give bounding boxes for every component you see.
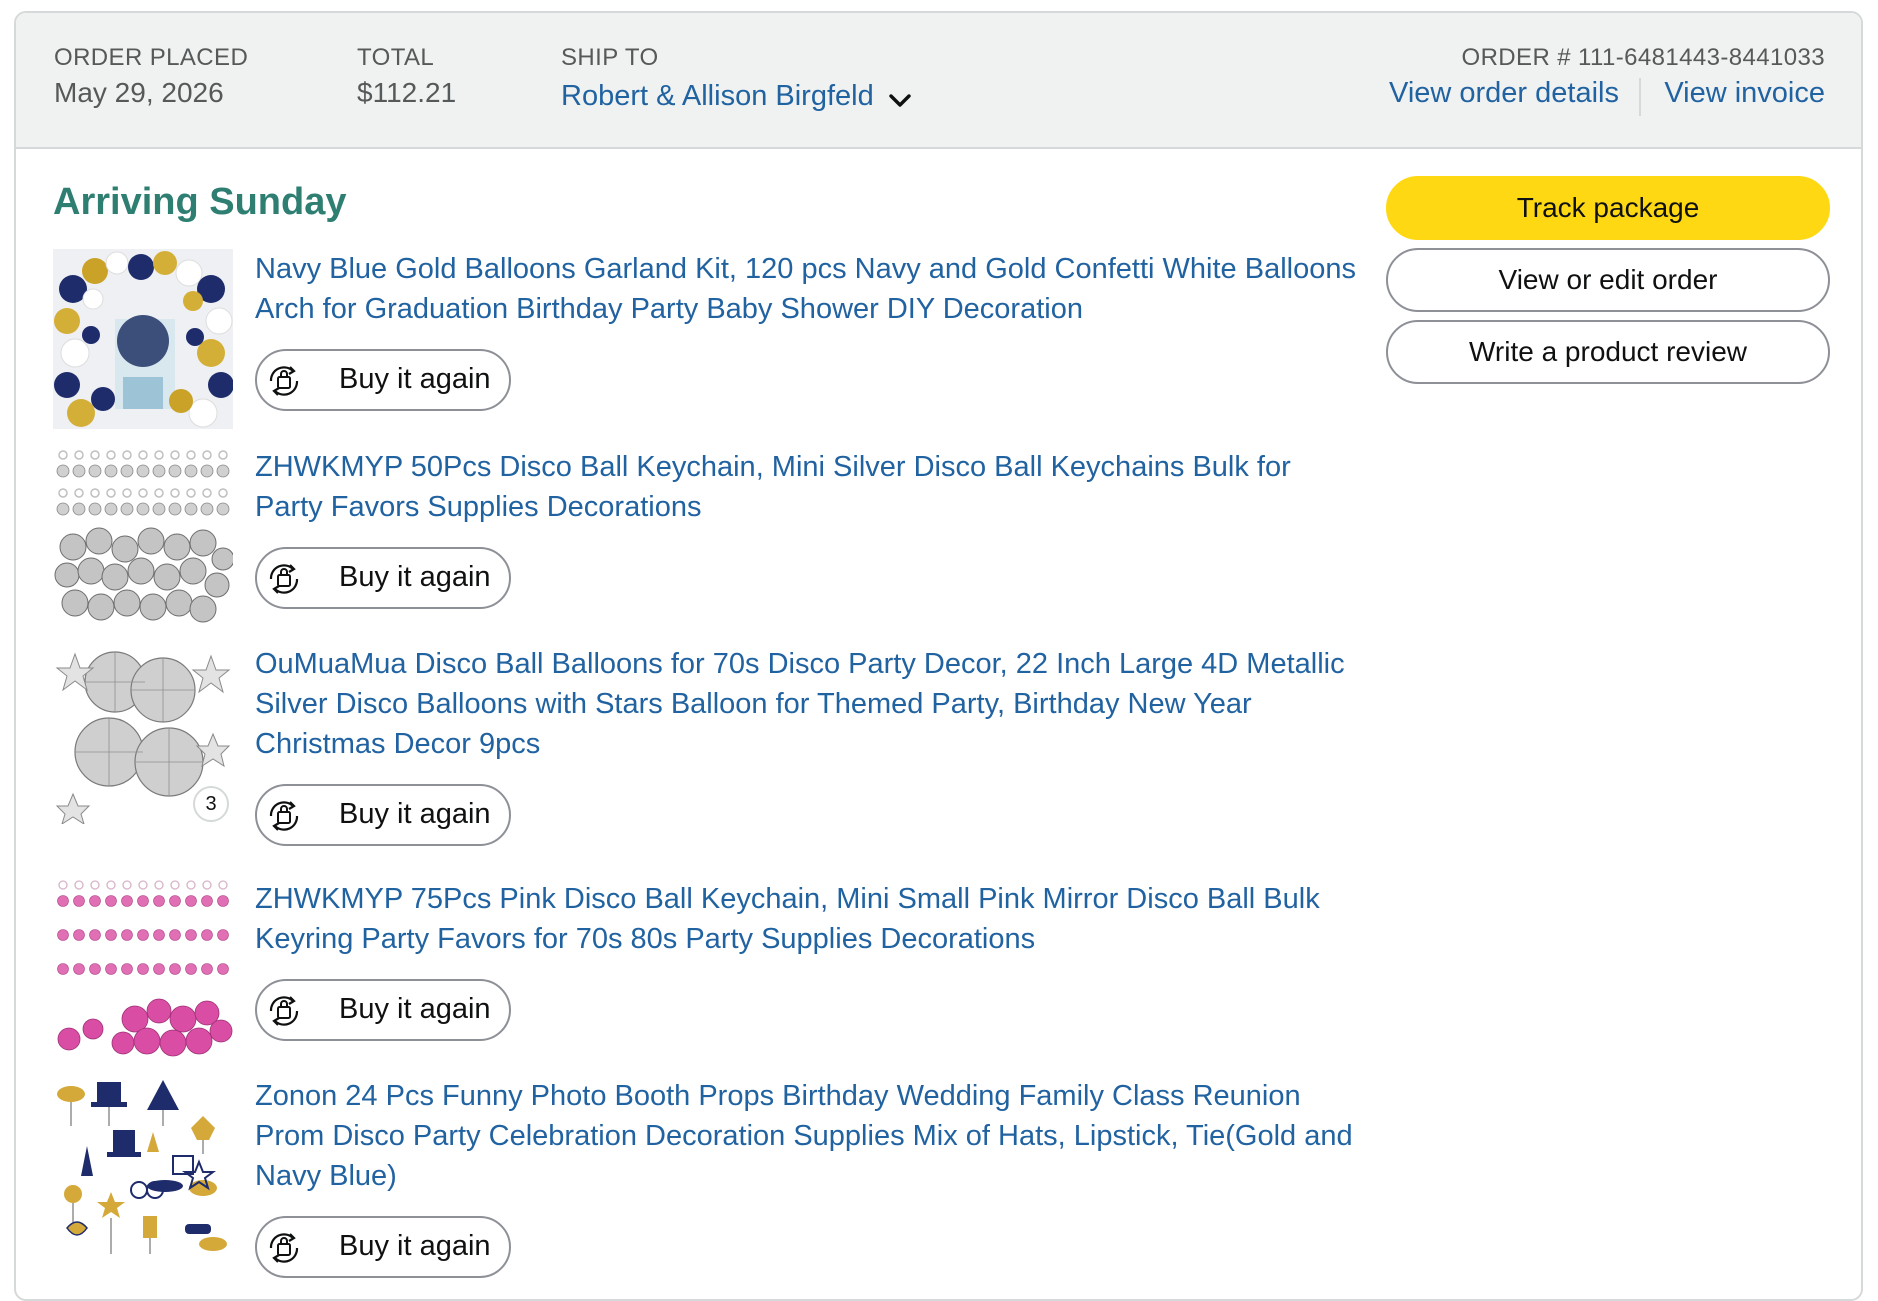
order-placed-date: May 29, 2026 (54, 77, 224, 108)
view-order-details-link[interactable]: View order details (1389, 77, 1619, 110)
order-total: $112.21 (357, 77, 457, 108)
view-invoice-link[interactable]: View invoice (1664, 77, 1825, 110)
quantity-badge: 3 (193, 786, 229, 822)
track-package-button[interactable]: Track package (1386, 176, 1830, 240)
product-title-link[interactable]: Navy Blue Gold Balloons Garland Kit, 120… (255, 249, 1365, 329)
buy-it-again-button[interactable]: Buy it again (255, 1216, 511, 1278)
order-item: 3 OuMuaMua Disco Ball Balloons for 70s D… (53, 644, 1373, 874)
buy-it-again-button[interactable]: Buy it again (255, 547, 511, 609)
chevron-down-icon[interactable] (887, 88, 913, 114)
buy-it-again-button[interactable]: Buy it again (255, 979, 511, 1041)
buy-it-again-button[interactable]: Buy it again (255, 349, 511, 411)
buy-it-again-label: Buy it again (339, 363, 491, 395)
write-product-review-button[interactable]: Write a product review (1386, 320, 1830, 384)
product-title-link[interactable]: Zonon 24 Pcs Funny Photo Booth Props Bir… (255, 1076, 1365, 1196)
header-link-divider (1639, 78, 1641, 116)
order-item: ZHWKMYP 50Pcs Disco Ball Keychain, Mini … (53, 447, 1373, 637)
product-image[interactable] (53, 249, 233, 429)
delivery-status: Arriving Sunday (53, 181, 347, 223)
order-item: Zonon 24 Pcs Funny Photo Booth Props Bir… (53, 1076, 1373, 1286)
product-image[interactable] (53, 879, 233, 1059)
buy-it-again-label: Buy it again (339, 561, 491, 593)
view-or-edit-order-button[interactable]: View or edit order (1386, 248, 1830, 312)
product-image[interactable] (53, 447, 233, 627)
buy-again-icon (269, 366, 299, 396)
total-label: TOTAL (357, 44, 435, 71)
buy-it-again-label: Buy it again (339, 1230, 491, 1262)
product-image[interactable]: 3 (53, 644, 233, 824)
product-title-link[interactable]: ZHWKMYP 50Pcs Disco Ball Keychain, Mini … (255, 447, 1365, 527)
product-image[interactable] (53, 1076, 233, 1256)
buy-again-icon (269, 801, 299, 831)
buy-it-again-label: Buy it again (339, 798, 491, 830)
order-item: ZHWKMYP 75Pcs Pink Disco Ball Keychain, … (53, 879, 1373, 1069)
buy-again-icon (269, 996, 299, 1026)
ship-to-label: SHIP TO (561, 44, 659, 71)
buy-it-again-label: Buy it again (339, 993, 491, 1025)
order-number: ORDER # 111-6481443-8441033 (1461, 44, 1825, 71)
buy-it-again-button[interactable]: Buy it again (255, 784, 511, 846)
buy-again-icon (269, 564, 299, 594)
buy-again-icon (269, 1233, 299, 1263)
order-item: Navy Blue Gold Balloons Garland Kit, 120… (53, 249, 1373, 439)
order-card: ORDER PLACED May 29, 2026 TOTAL $112.21 … (14, 11, 1863, 1301)
order-placed-label: ORDER PLACED (54, 44, 249, 71)
product-title-link[interactable]: OuMuaMua Disco Ball Balloons for 70s Dis… (255, 644, 1365, 764)
order-header: ORDER PLACED May 29, 2026 TOTAL $112.21 … (16, 13, 1861, 149)
product-title-link[interactable]: ZHWKMYP 75Pcs Pink Disco Ball Keychain, … (255, 879, 1365, 959)
ship-to-recipient-link[interactable]: Robert & Allison Birgfeld (561, 80, 874, 113)
